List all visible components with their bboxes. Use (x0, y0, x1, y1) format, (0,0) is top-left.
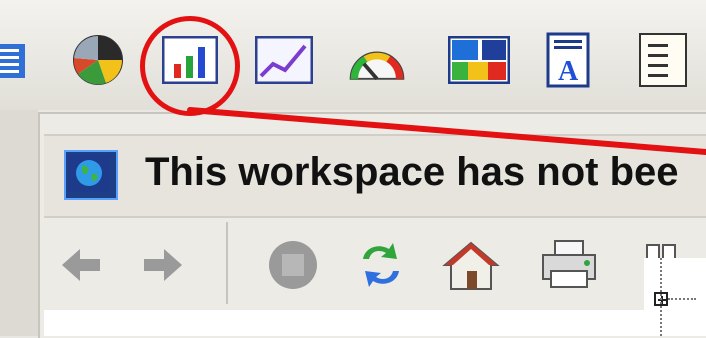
pie-chart-icon[interactable] (66, 28, 130, 92)
forward-arrow-icon[interactable] (128, 230, 198, 300)
scale-icon[interactable] (447, 28, 511, 92)
left-panel (0, 110, 38, 336)
toolbar-divider (226, 222, 228, 304)
tree-connector (668, 298, 696, 300)
stop-icon[interactable] (258, 230, 328, 300)
list-icon[interactable] (0, 28, 34, 92)
main-toolbar: A (0, 0, 706, 110)
content-area (44, 310, 706, 336)
home-icon[interactable] (436, 230, 506, 300)
globe-icon (64, 150, 118, 200)
text-document-icon[interactable]: A (536, 28, 600, 92)
line-chart-icon[interactable] (252, 28, 316, 92)
highlight-circle (140, 16, 240, 116)
report-icon[interactable] (630, 28, 694, 92)
tree-vertical-connector (660, 258, 662, 336)
tree-panel (644, 258, 706, 336)
gauge-icon[interactable] (345, 28, 409, 92)
print-icon[interactable] (534, 230, 604, 300)
refresh-icon[interactable] (346, 230, 416, 300)
window-title: This workspace has not bee (145, 150, 679, 194)
svg-text:A: A (558, 56, 579, 87)
back-arrow-icon[interactable] (46, 230, 116, 300)
